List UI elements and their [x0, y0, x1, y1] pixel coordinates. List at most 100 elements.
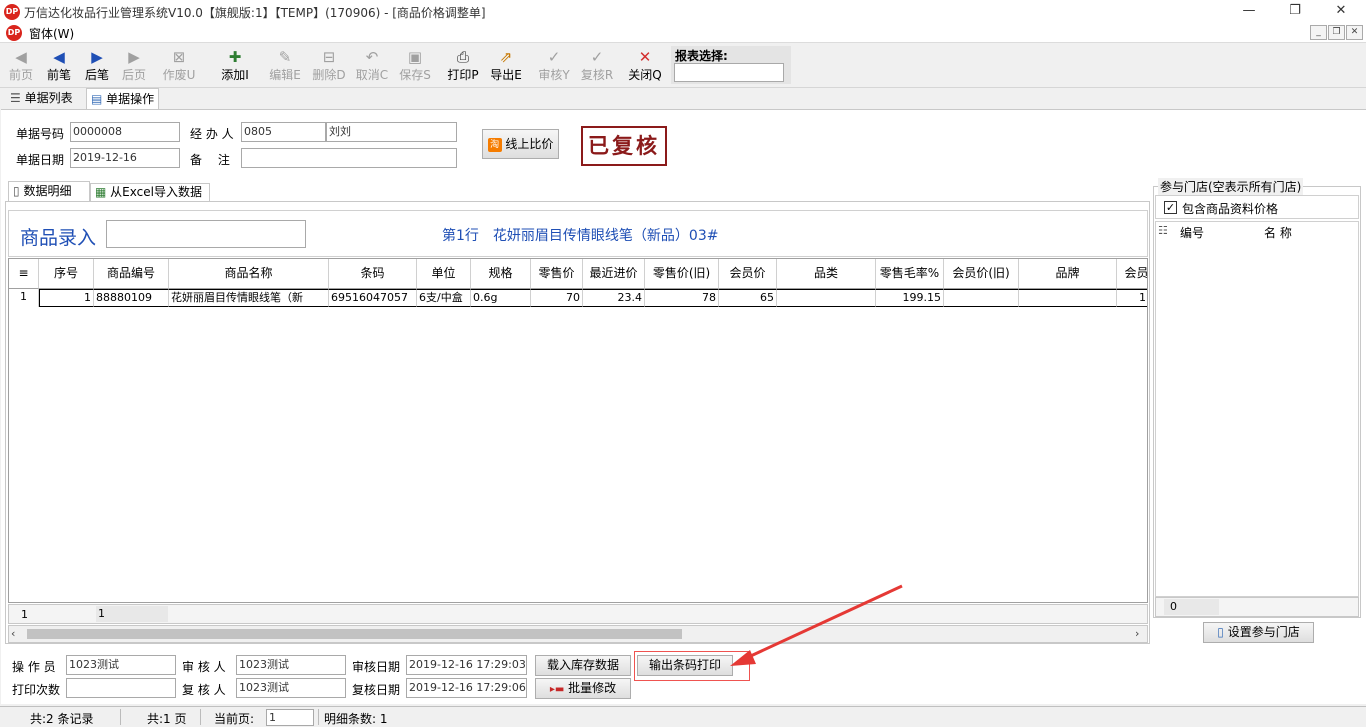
col-member-extra[interactable]: 会员 [1117, 259, 1147, 289]
grid-menu-icon[interactable]: ≡ [9, 259, 39, 289]
scroll-thumb[interactable] [27, 629, 682, 639]
cell-member-old[interactable] [944, 289, 1019, 307]
stores-count: 0 [1164, 599, 1219, 615]
cancel-button[interactable]: ↶ 取消C [353, 47, 391, 87]
scroll-left-icon[interactable]: ‹ [11, 627, 15, 640]
horizontal-scrollbar[interactable]: ‹ › [8, 625, 1148, 643]
stores-grid-menu-icon[interactable]: ☷ [1158, 224, 1168, 237]
print-button[interactable]: ⎙ 打印P [444, 47, 482, 87]
col-spec[interactable]: 规格 [471, 259, 531, 289]
tab-document-list[interactable]: ☰ 单据列表 [6, 88, 77, 110]
prev-record-button[interactable]: ◀ 前笔 [44, 47, 74, 87]
doc-no-label: 单据号码 [16, 127, 65, 141]
first-page-button[interactable]: ◀ 前页 [6, 47, 36, 87]
stores-col-name[interactable]: 名 称 [1264, 224, 1292, 241]
cell-unit[interactable]: 6支/中盒 [417, 289, 471, 307]
cell-code[interactable]: 88880109 [94, 289, 169, 307]
load-stock-button[interactable]: 载入库存数据 [535, 655, 631, 676]
col-brand[interactable]: 品牌 [1019, 259, 1117, 289]
col-code[interactable]: 商品编号 [94, 259, 169, 289]
col-member-old[interactable]: 会员价(旧) [944, 259, 1019, 289]
print-count-field[interactable] [66, 678, 176, 698]
col-member[interactable]: 会员价 [719, 259, 777, 289]
last-page-button[interactable]: ▶ 后页 [119, 47, 149, 87]
tab-excel-import[interactable]: ▦ 从Excel导入数据 [90, 183, 210, 202]
mdi-close-icon[interactable]: ✕ [1346, 25, 1363, 40]
reviewer-field[interactable]: 1023测试 [236, 678, 346, 698]
col-name[interactable]: 商品名称 [169, 259, 329, 289]
review-button[interactable]: ✓ 复核R [578, 47, 616, 87]
cell-barcode[interactable]: 69516047057 [329, 289, 417, 307]
tab-document-operate[interactable]: ▤ 单据操作 [86, 88, 160, 110]
note-field[interactable] [241, 148, 457, 168]
void-button[interactable]: ⊠ 作废U [160, 47, 198, 87]
include-price-checkbox[interactable]: ✓ [1164, 201, 1177, 214]
batch-edit-button[interactable]: ▸▬ 批量修改 [535, 678, 631, 699]
report-select-input[interactable] [674, 63, 784, 82]
agent-name-field[interactable]: 刘刘 [326, 122, 457, 142]
note-label: 备 注 [190, 153, 230, 167]
col-barcode[interactable]: 条码 [329, 259, 417, 289]
save-button[interactable]: ▣ 保存S [396, 47, 434, 87]
online-compare-button[interactable]: 淘 线上比价 [482, 129, 559, 159]
agent-code-field[interactable]: 0805 [241, 122, 326, 142]
export-icon: ⇗ [499, 48, 513, 66]
operator-field[interactable]: 1023测试 [66, 655, 176, 675]
col-margin[interactable]: 零售毛率% [876, 259, 944, 289]
close-window-icon[interactable]: ✕ [1318, 0, 1364, 23]
include-price-checkbox-row[interactable]: ✓ 包含商品资料价格 [1155, 195, 1359, 219]
minimize-icon[interactable]: — [1226, 0, 1272, 23]
set-stores-button[interactable]: ▯ 设置参与门店 [1203, 622, 1314, 643]
cell-member-extra[interactable]: 1 [1117, 289, 1147, 307]
col-retail[interactable]: 零售价 [531, 259, 583, 289]
excel-icon: ▦ [95, 185, 107, 199]
menu-window[interactable]: 窗体(W) [29, 25, 74, 42]
review-date-field[interactable]: 2019-12-16 17:29:06 [406, 678, 527, 698]
cell-brand[interactable] [1019, 289, 1117, 307]
row-indicator[interactable]: 1 [9, 289, 39, 307]
cell-retail-old[interactable]: 78 [645, 289, 719, 307]
export-button[interactable]: ⇗ 导出E [487, 47, 525, 87]
audit-button[interactable]: ✓ 审核Y [535, 47, 573, 87]
col-retail-old[interactable]: 零售价(旧) [645, 259, 719, 289]
current-page-input[interactable]: 1 [266, 709, 314, 726]
product-entry-input[interactable] [106, 220, 306, 248]
edit-button[interactable]: ✎ 编辑E [266, 47, 304, 87]
mdi-minimize-icon[interactable]: _ [1310, 25, 1327, 40]
edit-icon: ✎ [278, 48, 292, 66]
scroll-right-icon[interactable]: › [1135, 627, 1139, 640]
tab-data-detail[interactable]: ▯ 数据明细 [8, 181, 90, 202]
col-unit[interactable]: 单位 [417, 259, 471, 289]
cell-margin[interactable]: 199.15 [876, 289, 944, 307]
mdi-restore-icon[interactable]: ❐ [1328, 25, 1345, 40]
auditor-field[interactable]: 1023测试 [236, 655, 346, 675]
delete-button[interactable]: ⊟ 删除D [310, 47, 348, 87]
doc-no-field[interactable]: 0000008 [70, 122, 180, 142]
undo-icon: ↶ [365, 48, 379, 66]
barcode-print-button[interactable]: 输出条码打印 [637, 655, 733, 676]
next-record-button[interactable]: ▶ 后笔 [82, 47, 112, 87]
cell-member[interactable]: 65 [719, 289, 777, 307]
divider [200, 709, 201, 725]
cell-spec[interactable]: 0.6g [471, 289, 531, 307]
menu-logo-icon: DP [6, 25, 22, 41]
audit-date-field[interactable]: 2019-12-16 17:29:03 [406, 655, 527, 675]
restore-icon[interactable]: ❐ [1272, 0, 1318, 23]
print-count-label: 打印次数 [12, 683, 61, 697]
close-button[interactable]: ✕ 关闭Q [626, 47, 664, 87]
cell-name[interactable]: 花妍丽眉目传情眼线笔（新 [169, 289, 329, 307]
col-category[interactable]: 品类 [777, 259, 876, 289]
col-seq[interactable]: 序号 [39, 259, 94, 289]
add-button[interactable]: ✚ 添加I [216, 47, 254, 87]
cell-last-cost[interactable]: 23.4 [583, 289, 645, 307]
cell-retail[interactable]: 70 [531, 289, 583, 307]
stores-col-code[interactable]: 编号 [1180, 224, 1204, 241]
record-count: 共:2 条记录 [30, 712, 94, 726]
operator-label: 操 作 员 [12, 660, 56, 674]
menu-bar: DP 窗体(W) _ ❐ ✕ [0, 23, 1366, 43]
date-field[interactable]: 2019-12-16 [70, 148, 180, 168]
cell-category[interactable] [777, 289, 876, 307]
cell-seq[interactable]: 1 [39, 289, 94, 307]
review-date-label: 复核日期 [352, 683, 401, 697]
col-last-cost[interactable]: 最近进价 [583, 259, 645, 289]
